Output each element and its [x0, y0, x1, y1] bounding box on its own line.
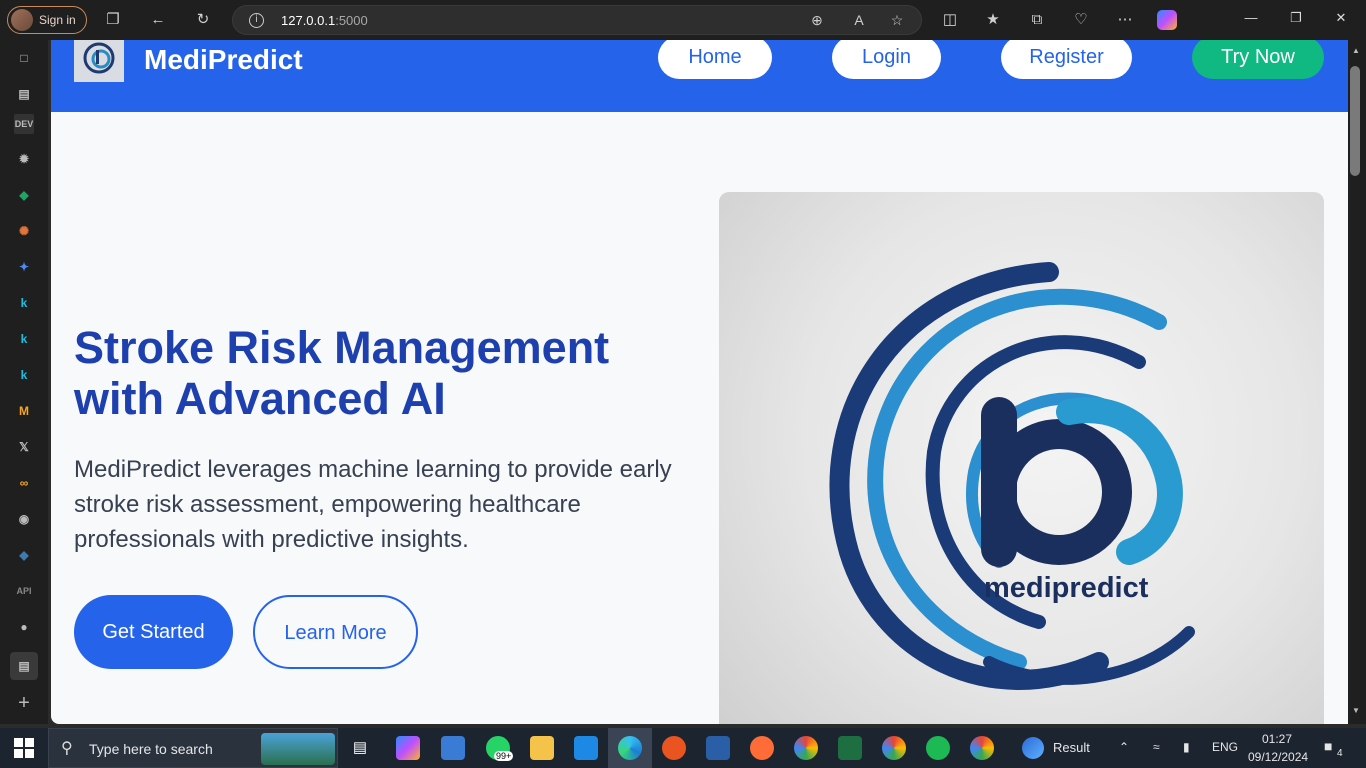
split-screen-icon[interactable]: ◫ — [940, 10, 960, 30]
search-placeholder: Type here to search — [89, 741, 213, 757]
bot-icon[interactable]: ◉ — [14, 509, 34, 529]
search-icon: ⚲ — [61, 740, 73, 757]
task-view-icon[interactable]: ▤ — [348, 736, 372, 760]
tray-chevron-icon[interactable]: ⌃ — [1119, 740, 1129, 754]
learn-more-button[interactable]: Learn More — [253, 595, 418, 669]
x-twitter-icon[interactable]: 𝕏 — [14, 437, 34, 457]
hero-title: Stroke Risk Management with Advanced AI — [74, 322, 610, 424]
browser-sidebar: □ ▤ DEV ✹ ◆ ✺ ✦ k k k M 𝕏 ∞ ◉ ◆ API ● ▤ … — [0, 40, 48, 724]
postman-icon[interactable] — [750, 736, 774, 760]
brand-name[interactable]: MediPredict — [144, 44, 303, 76]
media-player-icon[interactable] — [706, 736, 730, 760]
get-started-button[interactable]: Get Started — [74, 595, 233, 669]
avatar — [11, 9, 33, 31]
clock-date[interactable]: 09/12/2024 — [1248, 750, 1308, 764]
back-icon[interactable]: ← — [148, 10, 168, 30]
kaggle-icon-2[interactable]: k — [14, 329, 34, 349]
github-icon[interactable]: ● — [14, 617, 34, 637]
windows-taskbar: ⚲ Type here to search ▤ 99+ Result ⌃ ≈ ▮… — [0, 728, 1366, 768]
dev-icon[interactable]: DEV — [14, 114, 34, 134]
claude-icon[interactable]: ✺ — [14, 221, 34, 241]
chrome-icon-1[interactable] — [794, 736, 818, 760]
openai-icon[interactable]: ✹ — [14, 149, 34, 169]
nav-login-button[interactable]: Login — [832, 40, 941, 79]
copilot-taskbar-icon[interactable] — [396, 736, 420, 760]
edge-taskbar-active[interactable] — [608, 728, 652, 768]
hero-subtitle: MediPredict leverages machine learning t… — [74, 456, 672, 553]
edge-icon — [618, 736, 642, 760]
copilot-icon[interactable] — [1157, 10, 1177, 30]
site-info-icon[interactable]: i — [249, 13, 264, 28]
clock-time[interactable]: 01:27 — [1262, 732, 1292, 746]
ubuntu-icon[interactable] — [662, 736, 686, 760]
file-explorer-icon[interactable] — [530, 736, 554, 760]
taskbar-search-box[interactable]: ⚲ Type here to search — [48, 728, 338, 768]
read-aloud-icon[interactable]: A — [850, 12, 868, 28]
kaggle-icon-1[interactable]: k — [14, 293, 34, 313]
try-now-button[interactable]: Try Now — [1192, 40, 1324, 79]
add-icon[interactable]: + — [14, 693, 34, 713]
kaggle-icon-3[interactable]: k — [14, 365, 34, 385]
brand-logo[interactable] — [74, 40, 124, 82]
terminal-icon[interactable]: ▤ — [10, 652, 38, 680]
close-icon[interactable]: ✕ — [1331, 10, 1351, 26]
language-label[interactable]: ENG — [1212, 740, 1238, 754]
chrome-icon-3[interactable] — [970, 736, 994, 760]
result-label[interactable]: Result — [1053, 740, 1090, 755]
collections-icon[interactable]: ⧉ — [1027, 10, 1047, 30]
api-icon[interactable]: API — [14, 581, 34, 601]
notification-count: 4 — [1337, 748, 1343, 759]
page-scrollbar[interactable]: ▲ ▼ — [1348, 40, 1366, 724]
weather-icon[interactable] — [1022, 737, 1044, 759]
reading-icon[interactable]: ▤ — [14, 84, 34, 104]
restore-icon[interactable]: ❐ — [1286, 10, 1306, 26]
notification-icon[interactable]: ■ — [1324, 738, 1332, 754]
battery-icon[interactable]: ▮ — [1183, 740, 1190, 754]
chrome-icon-2[interactable] — [882, 736, 906, 760]
page-viewport: MediPredict Home Login Register Try Now … — [51, 40, 1348, 724]
tab-actions-icon[interactable]: □ — [14, 48, 34, 68]
wifi-icon[interactable]: ≈ — [1153, 740, 1160, 754]
infinity-icon[interactable]: ∞ — [14, 473, 34, 493]
scroll-up-icon[interactable]: ▲ — [1352, 46, 1360, 55]
zoom-icon[interactable]: ⊕ — [808, 12, 826, 29]
excel-icon[interactable] — [838, 736, 862, 760]
favorites-icon[interactable]: ★ — [983, 10, 1003, 30]
scroll-down-icon[interactable]: ▼ — [1352, 706, 1360, 715]
store-icon[interactable] — [441, 736, 465, 760]
vscode-icon[interactable] — [574, 736, 598, 760]
nav-register-button[interactable]: Register — [1001, 40, 1132, 79]
windows-start-icon[interactable] — [14, 738, 34, 758]
hero-logo-text: medipredict — [984, 572, 1149, 604]
browser-toolbar: Sign in ❐ ← ↻ i 127.0.0.1:5000 ⊕ A ☆ ◫ ★… — [0, 0, 1366, 40]
url-text[interactable]: 127.0.0.1:5000 — [281, 13, 368, 28]
hero-logo-image: medipredict — [719, 192, 1324, 724]
medium-icon[interactable]: M — [14, 401, 34, 421]
workspaces-icon[interactable]: ❐ — [103, 10, 123, 30]
scrollbar-thumb[interactable] — [1350, 66, 1360, 176]
whatsapp-icon[interactable]: 99+ — [486, 736, 514, 761]
whatsapp-badge: 99+ — [494, 751, 514, 761]
spotify-icon[interactable] — [926, 736, 950, 760]
nav-home-button[interactable]: Home — [658, 40, 772, 79]
more-menu-icon[interactable]: ⋯ — [1115, 10, 1135, 30]
address-bar[interactable]: i 127.0.0.1:5000 ⊕ A ☆ — [232, 5, 922, 35]
python-icon[interactable]: ◆ — [14, 545, 34, 565]
search-highlight-image — [261, 733, 335, 765]
mongodb-icon[interactable]: ◆ — [14, 185, 34, 205]
refresh-icon[interactable]: ↻ — [193, 10, 213, 30]
gemini-icon[interactable]: ✦ — [14, 257, 34, 277]
favorite-star-icon[interactable]: ☆ — [888, 12, 906, 29]
sign-in-label: Sign in — [39, 13, 76, 27]
site-navbar: MediPredict Home Login Register Try Now — [51, 40, 1348, 112]
profile-sign-in-button[interactable]: Sign in — [7, 6, 87, 34]
browser-essentials-icon[interactable]: ♡ — [1071, 10, 1091, 30]
minimize-icon[interactable]: — — [1241, 10, 1261, 25]
